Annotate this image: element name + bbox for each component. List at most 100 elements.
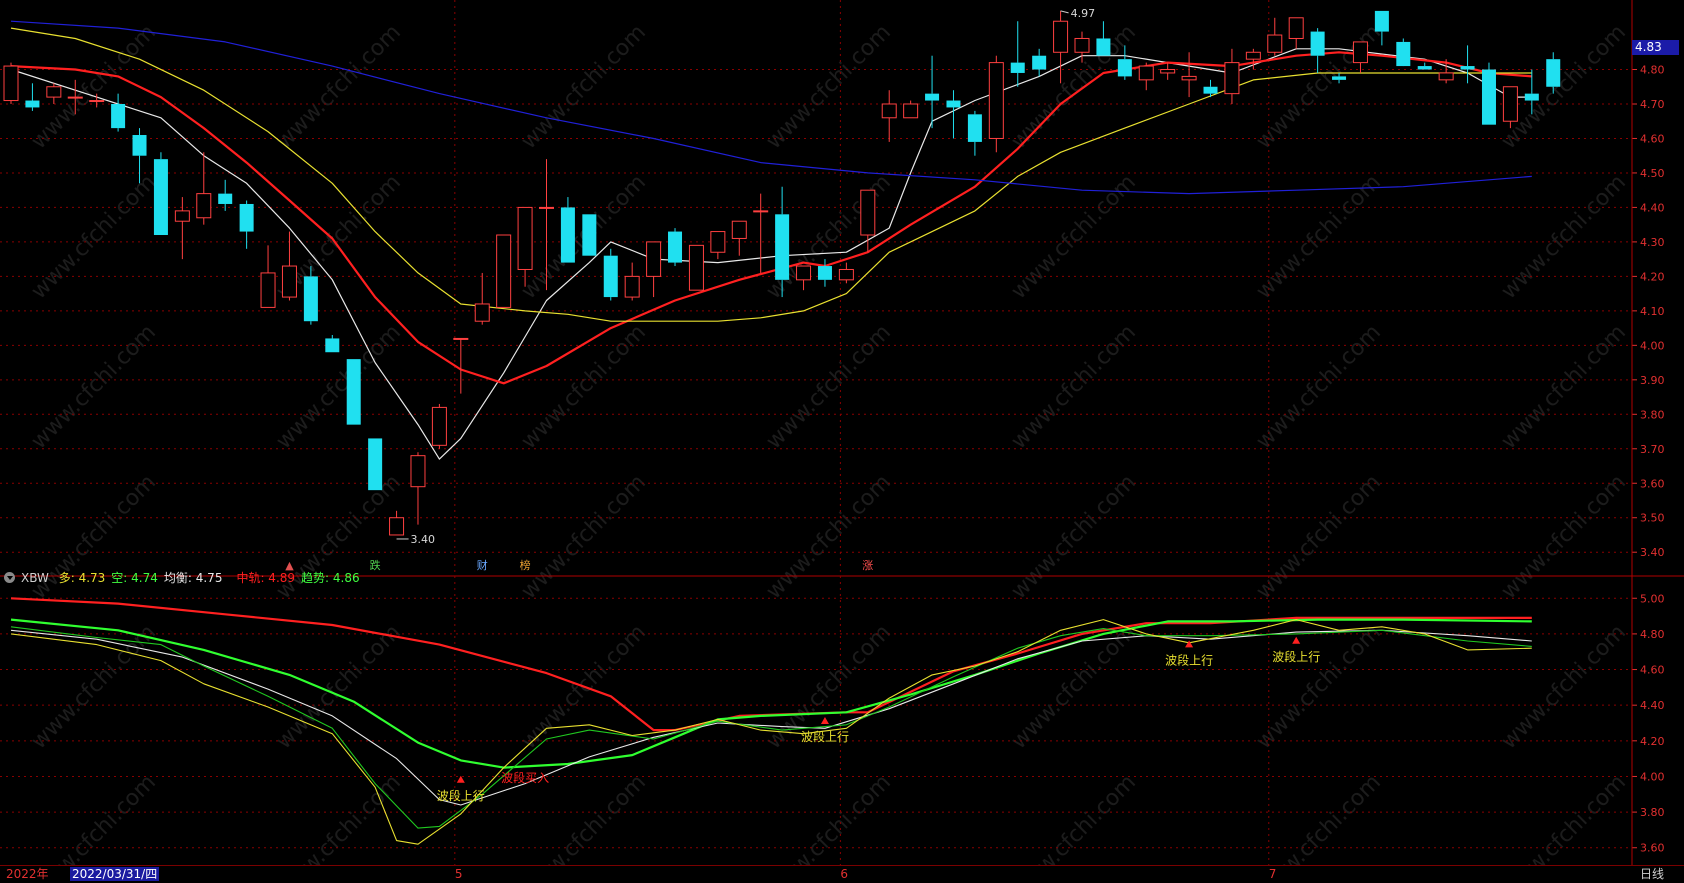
candle (1481, 62, 1496, 125)
legend-item: 趋势: 4.86 (301, 571, 360, 585)
candle-body-down (1096, 38, 1111, 56)
candle-body-down (325, 338, 340, 353)
candle-body-down (1396, 41, 1411, 67)
candle-body-up (624, 275, 640, 298)
candle-body-down (239, 203, 254, 232)
collapse-indicator-icon[interactable] (4, 572, 15, 583)
candle-body-down (668, 231, 683, 263)
price-tick-label: 4.40 (1640, 201, 1665, 214)
candle-body-down (303, 276, 318, 322)
legend-item: 多: 4.73 (58, 571, 106, 585)
candle-body-up (517, 206, 533, 270)
candle-body-up (174, 210, 190, 222)
price-tick-label: 4.50 (1640, 167, 1665, 180)
price-tick-label: 4.60 (1640, 132, 1665, 145)
signal-label: 波段上行 (1272, 649, 1320, 664)
candle-body-up (453, 337, 469, 340)
candle-body-up (539, 206, 554, 209)
signal-label: 波段上行 (437, 788, 485, 803)
candle-body-up (1502, 86, 1518, 122)
cursor-date-label: 2022/03/31/四 (70, 867, 160, 881)
candle-body-up (431, 406, 447, 446)
candle-body-down (817, 266, 832, 280)
indicator-header: XBW 多: 4.73 空: 4.74 均衡: 4.75 中轨: 4.89 趋势: 4.… (4, 570, 372, 586)
candle-body-up (1438, 72, 1454, 81)
time-axis-bar: 2022年 2022/03/31/四 5 6 7 日线 (0, 865, 1684, 883)
candle (688, 244, 704, 291)
candle-body-up (474, 303, 490, 322)
candle-body-up (281, 265, 297, 298)
candle-body-up (646, 241, 662, 277)
indicator-tick-label: 3.60 (1640, 842, 1665, 855)
indicator-tick-label: 4.80 (1640, 628, 1665, 641)
candle-body-down (25, 100, 40, 108)
price-tick-label: 4.20 (1640, 270, 1665, 283)
indicator-tick-label: 4.20 (1640, 735, 1665, 748)
candle-body-up (46, 86, 62, 98)
candle-body-down (1203, 86, 1218, 94)
price-tick-label: 4.80 (1640, 64, 1665, 77)
event-marker: 涨 (862, 559, 873, 572)
price-tick-label: 3.70 (1640, 443, 1665, 456)
stock-chart[interactable]: www.cfchi.com www.cfchi.com www.cfchi.com w… (0, 0, 1684, 866)
high-value-label: 4.97 (1071, 7, 1096, 20)
price-tick-label: 3.40 (1640, 546, 1665, 559)
candle-body-down (1374, 10, 1389, 32)
candle-body-up (1352, 41, 1368, 64)
candle (1396, 38, 1411, 67)
candle-body-down (218, 193, 233, 204)
candle (603, 248, 618, 301)
candle-body-down (368, 438, 383, 491)
candle-body-up (3, 65, 19, 102)
indicator-tick-label: 4.60 (1640, 664, 1665, 677)
last-price-tag: 4.83 (1632, 40, 1679, 55)
candle-body-up (260, 272, 276, 308)
candle-body-down (1417, 66, 1432, 70)
candle (496, 234, 512, 308)
candle-body-down (346, 359, 361, 425)
price-tick-label: 3.60 (1640, 477, 1665, 490)
candle-body-up (710, 231, 726, 253)
candle-body-up (796, 265, 812, 281)
candle-body-down (1460, 66, 1475, 70)
price-tick-label: 4.00 (1640, 339, 1665, 352)
candle-body-up (1181, 75, 1197, 81)
candle-body-up (903, 103, 919, 119)
indicator-tick-label: 4.40 (1640, 699, 1665, 712)
indicator-name[interactable]: XBW (21, 571, 49, 585)
price-tick-label: 3.90 (1640, 374, 1665, 387)
legend-item: 均衡: 4.75 (163, 571, 223, 585)
candle-body-down (925, 93, 940, 101)
candle-body-up (731, 220, 747, 239)
low-value-label: 3.40 (411, 533, 436, 546)
period-selector[interactable]: 日线 (1640, 866, 1664, 883)
candle-body-down (967, 114, 982, 142)
candle-body-up (881, 103, 897, 119)
price-tick-label: 4.70 (1640, 98, 1665, 111)
candle-body-up (1245, 51, 1261, 60)
candle-body-down (1524, 93, 1539, 101)
legend-item: 空: 4.74 (111, 571, 158, 585)
price-tick-label: 4.30 (1640, 236, 1665, 249)
candle-body-down (1010, 62, 1025, 73)
candle-body-down (560, 207, 575, 263)
candle-body-down (582, 214, 597, 256)
candle-body-down (1332, 76, 1347, 80)
indicator-tick-label: 3.80 (1640, 806, 1665, 819)
candle-body-up (89, 100, 105, 103)
candle (3, 62, 19, 104)
price-tick-label: 3.50 (1640, 512, 1665, 525)
event-marker: 榜 (520, 558, 531, 572)
candle-body-up (1224, 62, 1240, 95)
candle-body-up (688, 244, 704, 291)
candle-body-up (196, 193, 212, 219)
candle-body-up (389, 517, 405, 536)
candle-body-down (1117, 59, 1132, 77)
candle (153, 152, 168, 236)
candle-body-up (753, 210, 769, 213)
candle-body-up (496, 234, 512, 308)
candle (668, 228, 683, 267)
candle-body-up (838, 268, 854, 281)
candle-body-up (1053, 20, 1069, 53)
year-label: 2022年 (6, 867, 49, 881)
